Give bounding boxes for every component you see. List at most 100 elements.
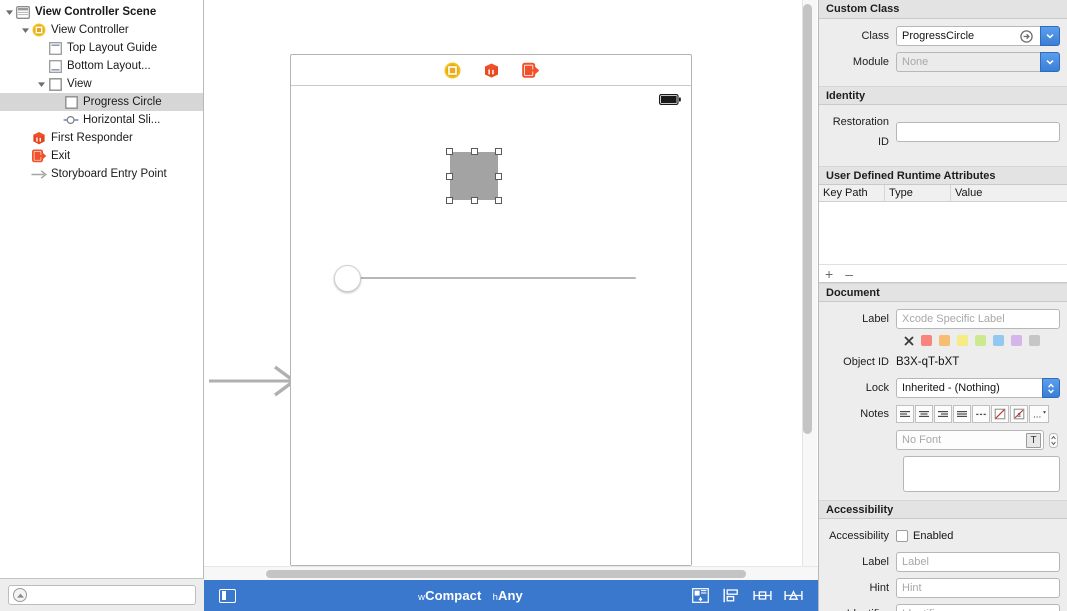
view-controller-scene[interactable] [290, 54, 692, 566]
custom-class-header: Custom Class [819, 0, 1067, 19]
pin-icon[interactable] [722, 587, 741, 604]
no-color-icon[interactable] [991, 405, 1009, 423]
user-defined-runtime-attributes-table[interactable]: Key Path Type Value + – [819, 185, 1067, 283]
font-panel-icon[interactable]: T [1026, 432, 1041, 448]
resize-handle-sw[interactable] [446, 197, 453, 204]
accessibility-header: Accessibility [819, 500, 1067, 519]
udra-column-value[interactable]: Value [951, 185, 1067, 201]
lock-row: Lock Inherited - (Nothing) [824, 378, 1060, 398]
chevron-down-icon[interactable] [4, 3, 15, 21]
resize-handle-s[interactable] [471, 197, 478, 204]
chevron-down-icon[interactable] [20, 21, 31, 39]
label-color-swatch-5[interactable] [1011, 335, 1022, 346]
accessibility-enabled-checkbox[interactable]: Enabled [896, 530, 953, 542]
label-color-swatch-4[interactable] [993, 335, 1004, 346]
restoration-id-input[interactable] [896, 122, 1060, 142]
notes-textarea[interactable] [903, 456, 1060, 492]
notes-font-stepper[interactable] [1047, 430, 1060, 450]
label-color-none-icon[interactable] [903, 335, 914, 346]
label-color-swatch-2[interactable] [957, 335, 968, 346]
align-icon[interactable] [691, 587, 710, 604]
outline-item-label: Top Layout Guide [67, 42, 158, 54]
accessibility-hint-placeholder: Hint [902, 582, 922, 594]
outline-item-view-controller[interactable]: View Controller [0, 21, 203, 39]
identity-header: Identity [819, 86, 1067, 105]
label-color-swatch-3[interactable] [975, 335, 986, 346]
outline-item-label: View Controller Scene [35, 6, 157, 18]
outline-item-top-layout-guide[interactable]: Top Layout Guide [0, 39, 203, 57]
lock-select[interactable]: Inherited - (Nothing) [896, 378, 1042, 398]
accessibility-label-input[interactable]: Label [896, 552, 1060, 572]
resize-handle-nw[interactable] [446, 148, 453, 155]
restoration-id-label: Restoration ID [832, 116, 889, 148]
accessibility-hint-input[interactable]: Hint [896, 578, 1060, 598]
slider-thumb[interactable] [334, 265, 361, 292]
udra-remove-button[interactable]: – [845, 267, 853, 281]
jump-to-definition-icon[interactable] [1020, 29, 1033, 43]
module-dropdown-button[interactable] [1040, 52, 1060, 72]
udra-add-button[interactable]: + [825, 267, 833, 281]
list-dash-icon[interactable] [972, 405, 990, 423]
outline-toggle-button[interactable] [204, 588, 250, 603]
view-controller-icon[interactable] [444, 62, 461, 79]
class-dropdown-button[interactable] [1040, 26, 1060, 46]
view-icon [47, 76, 63, 92]
udra-rows[interactable] [819, 202, 1067, 264]
outline-item-exit[interactable]: Exit [0, 147, 203, 165]
size-class-label[interactable]: wCompact hAny [250, 588, 691, 603]
resize-handle-n[interactable] [471, 148, 478, 155]
scene-body[interactable] [291, 86, 691, 565]
outline-item-horizontal-sli[interactable]: Horizontal Sli... [0, 111, 203, 129]
udra-column-type[interactable]: Type [885, 185, 951, 201]
label-color-swatch-1[interactable] [939, 335, 950, 346]
progress-circle-view[interactable] [446, 148, 502, 204]
label-color-swatch-6[interactable] [1029, 335, 1040, 346]
outline-item-view[interactable]: View [0, 75, 203, 93]
resize-handle-ne[interactable] [495, 148, 502, 155]
identity-inspector-panel[interactable]: Custom Class Class ProgressCircle Module… [819, 0, 1067, 611]
udra-column-key-path[interactable]: Key Path [819, 185, 885, 201]
module-label: Module [852, 56, 889, 68]
align-left-icon[interactable] [896, 405, 914, 423]
storyboard-canvas[interactable] [204, 0, 818, 580]
outline-item-storyboard-entry-point[interactable]: Storyboard Entry Point [0, 165, 203, 183]
outline-item-first-responder[interactable]: First Responder [0, 129, 203, 147]
slider-track [348, 277, 636, 279]
outline-tree[interactable]: View Controller Scene View Controller Top … [0, 0, 203, 183]
canvas-vertical-scrollbar-thumb[interactable] [803, 4, 812, 434]
canvas-horizontal-scrollbar-track[interactable] [204, 566, 818, 580]
label-color-swatch-0[interactable] [921, 335, 932, 346]
chevron-down-icon[interactable] [36, 75, 47, 93]
first-responder-icon[interactable] [483, 62, 500, 79]
canvas-horizontal-scrollbar-thumb[interactable] [266, 570, 746, 578]
class-input[interactable]: ProgressCircle [896, 26, 1040, 46]
scene-dock[interactable] [291, 55, 691, 86]
resizing-behavior-icon[interactable] [784, 587, 803, 604]
module-input[interactable]: None [896, 52, 1040, 72]
notes-font-field[interactable]: No Font T [896, 430, 1044, 450]
class-label: Class [861, 30, 889, 42]
text-color-icon[interactable]: a [1010, 405, 1028, 423]
canvas-vertical-scrollbar-track[interactable] [802, 0, 817, 580]
align-right-icon[interactable] [934, 405, 952, 423]
align-center-icon[interactable] [915, 405, 933, 423]
resize-handle-e[interactable] [495, 173, 502, 180]
outline-item-view-controller-scene[interactable]: View Controller Scene [0, 3, 203, 21]
resize-handle-w[interactable] [446, 173, 453, 180]
outline-filter-input[interactable] [27, 587, 191, 603]
outline-filter-field[interactable] [8, 585, 196, 605]
horizontal-slider[interactable] [334, 263, 636, 293]
more-icon[interactable]: ... [1029, 405, 1049, 423]
exit-icon[interactable] [521, 62, 539, 79]
resize-handle-se[interactable] [495, 197, 502, 204]
document-label-label: Label [862, 313, 889, 325]
accessibility-identifier-input[interactable]: Identifier [896, 604, 1060, 611]
outline-item-bottom-layout[interactable]: Bottom Layout... [0, 57, 203, 75]
resolve-auto-layout-icon[interactable] [753, 587, 772, 604]
outline-item-progress-circle[interactable]: Progress Circle [0, 93, 203, 111]
lock-stepper-button[interactable] [1042, 378, 1060, 398]
label-color-swatches[interactable] [824, 335, 1060, 346]
align-justify-icon[interactable] [953, 405, 971, 423]
document-label-input[interactable]: Xcode Specific Label [896, 309, 1060, 329]
